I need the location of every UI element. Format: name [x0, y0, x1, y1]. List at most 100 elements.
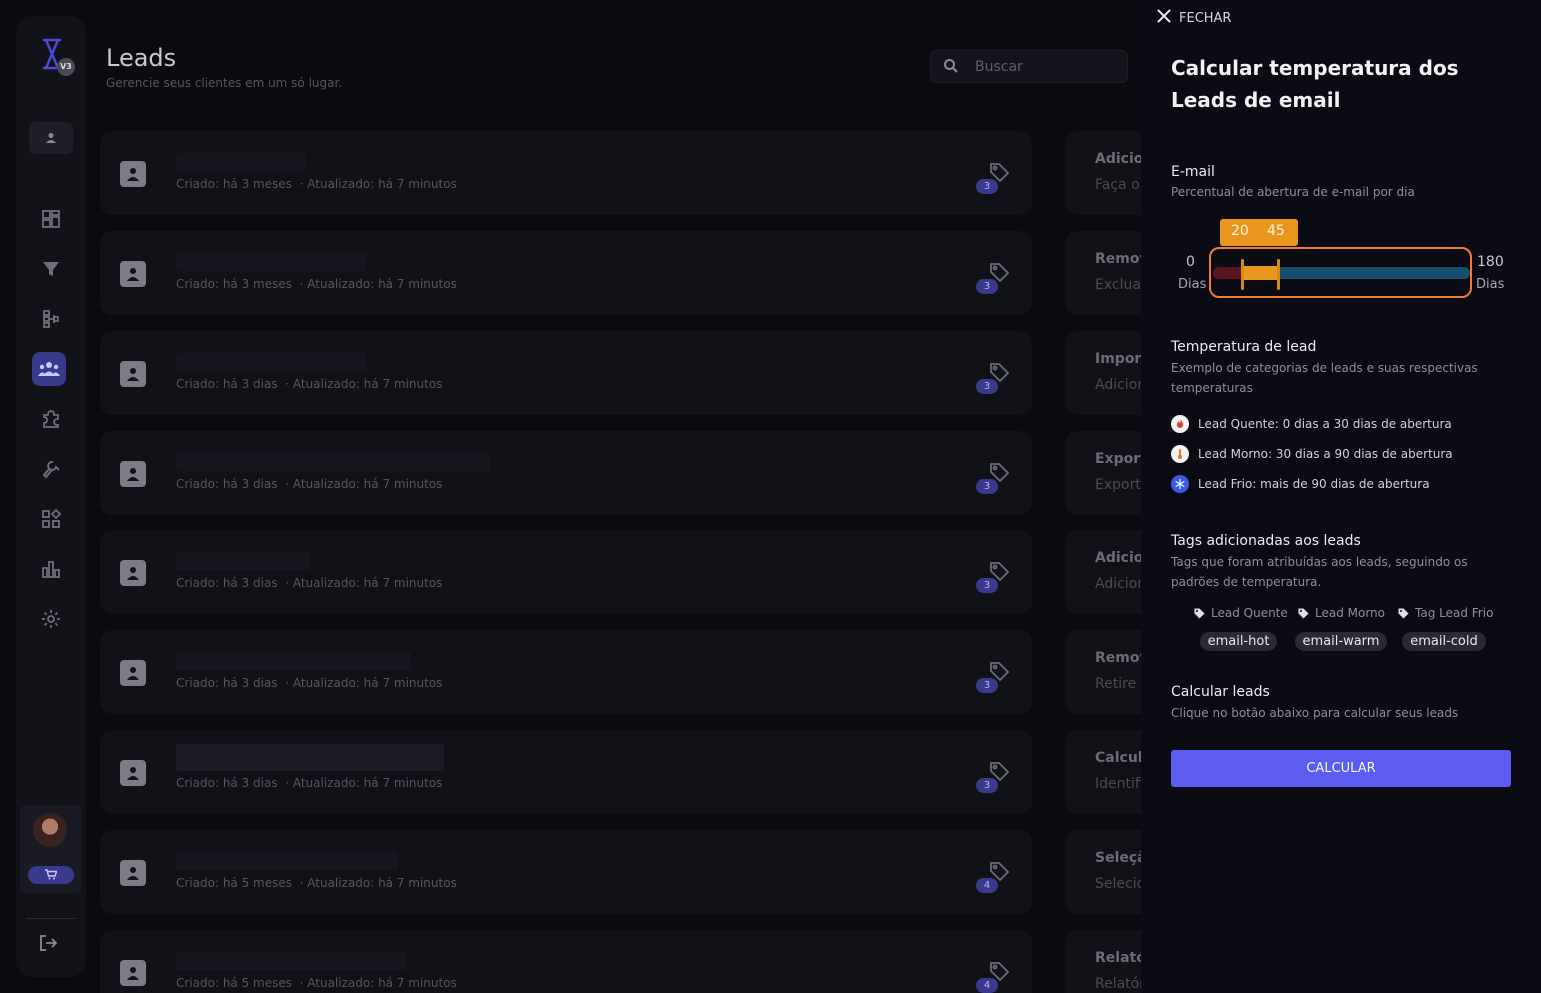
lead-meta: Criado: há 3 meses · Atualizado: há 7 mi…	[176, 277, 457, 291]
action-desc: Selecio	[1095, 876, 1146, 892]
lead-updated: Atualizado: há 7 minutos	[292, 676, 443, 690]
action-desc: Identifi	[1095, 776, 1144, 792]
slider-max-value: 180	[1477, 254, 1504, 270]
tag-icon	[1298, 608, 1309, 618]
bar-chart-icon[interactable]	[33, 551, 69, 587]
action-title: Adicio	[1095, 550, 1144, 566]
lead-card[interactable]: Criado: há 3 meses · Atualizado: há 7 mi…	[100, 231, 1032, 315]
tag-count-badge: 4	[976, 978, 998, 993]
lead-card[interactable]: Criado: há 5 meses · Atualizado: há 7 mi…	[100, 930, 1032, 993]
close-button[interactable]: FECHAR	[1157, 8, 1231, 28]
user-icon[interactable]	[29, 122, 73, 154]
slider-high-thumb[interactable]	[1277, 259, 1280, 290]
action-title: Relató	[1095, 950, 1146, 966]
slider-min-unit: Dias	[1178, 277, 1207, 292]
apps-icon[interactable]	[33, 501, 69, 537]
tag-label-hot: Lead Quente	[1194, 606, 1288, 620]
temperature-item-warm: Lead Morno: 30 dias a 90 dias de abertur…	[1171, 444, 1453, 464]
page-subtitle: Gerencie seus clientes em um só lugar.	[106, 76, 343, 90]
close-label: FECHAR	[1179, 10, 1232, 26]
tag-chip-warm: email-warm	[1295, 632, 1387, 651]
lead-created: Criado: há 5 meses	[176, 976, 292, 990]
lead-name-redacted	[176, 153, 306, 171]
lead-name-redacted	[176, 552, 311, 570]
action-desc: Relatór	[1095, 976, 1145, 992]
wrench-icon[interactable]	[33, 451, 69, 487]
search-input[interactable]	[975, 57, 1115, 77]
range-slider[interactable]	[1209, 247, 1472, 298]
calculate-section-desc: Clique no botão abaixo para calcular seu…	[1171, 706, 1459, 720]
lead-card[interactable]: Criado: há 3 dias · Atualizado: há 7 min…	[100, 530, 1032, 614]
lead-card[interactable]: Criado: há 3 dias · Atualizado: há 7 min…	[100, 730, 1032, 814]
lead-card[interactable]: Criado: há 3 dias · Atualizado: há 7 min…	[100, 431, 1032, 515]
lead-updated: Atualizado: há 7 minutos	[292, 377, 443, 391]
puzzle-icon[interactable]	[33, 401, 69, 437]
lead-card[interactable]: Criado: há 5 meses · Atualizado: há 7 mi…	[100, 830, 1032, 914]
tag-label-cold: Tag Lead Frio	[1398, 606, 1493, 620]
tags-section-desc: Tags que foram atribuídas aos leads, seg…	[1171, 555, 1468, 589]
tag-count-badge: 3	[976, 479, 998, 494]
tag-chip-hot: email-hot	[1200, 632, 1277, 651]
action-desc: Exclua	[1095, 277, 1141, 293]
person-icon	[120, 760, 146, 786]
email-section-title: E-mail	[1171, 164, 1215, 180]
lead-card[interactable]: Criado: há 3 meses · Atualizado: há 7 mi…	[100, 131, 1032, 215]
flow-icon[interactable]	[33, 301, 69, 337]
temperature-item-text: Lead Quente: 0 dias a 30 dias de abertur…	[1198, 417, 1452, 431]
temperature-section-title: Temperatura de lead	[1171, 339, 1317, 355]
people-icon[interactable]	[32, 352, 66, 386]
page-title: Leads	[106, 44, 177, 72]
lead-created: Criado: há 3 meses	[176, 277, 292, 291]
action-title: Seleçã	[1095, 850, 1147, 866]
lead-name-redacted	[176, 253, 366, 271]
temperature-item-cold: Lead Frio: mais de 90 dias de abertura	[1171, 474, 1430, 494]
funnel-icon[interactable]	[33, 251, 69, 287]
lead-updated: Atualizado: há 7 minutos	[307, 177, 457, 191]
lead-updated: Atualizado: há 7 minutos	[292, 576, 443, 590]
calculate-section-title: Calcular leads	[1171, 684, 1270, 700]
cart-icon[interactable]	[28, 866, 74, 884]
action-desc: Adicion	[1095, 377, 1147, 393]
person-icon	[120, 261, 146, 287]
action-desc: Faça o	[1095, 177, 1140, 193]
tag-count-badge: 3	[976, 179, 998, 194]
lead-name-redacted	[176, 952, 406, 970]
temperature-item-text: Lead Frio: mais de 90 dias de abertura	[1198, 477, 1430, 491]
gear-icon[interactable]	[33, 601, 69, 637]
lead-meta: Criado: há 3 dias · Atualizado: há 7 min…	[176, 377, 443, 391]
tag-label-text: Lead Morno	[1315, 606, 1386, 620]
person-icon	[120, 660, 146, 686]
user-panel	[20, 805, 82, 893]
lead-updated: Atualizado: há 7 minutos	[292, 776, 443, 790]
calculate-button[interactable]: CALCULAR	[1171, 750, 1511, 787]
slider-value-labels: 20 45	[1220, 219, 1298, 246]
tag-label-warm: Lead Morno	[1298, 606, 1385, 620]
logout-icon[interactable]	[34, 928, 62, 958]
tag-count-badge: 4	[976, 878, 998, 893]
person-icon	[120, 960, 146, 986]
lead-temperature-drawer: FECHAR Calcular temperatura dos Leads de…	[1141, 0, 1541, 993]
lead-card[interactable]: Criado: há 3 dias · Atualizado: há 7 min…	[100, 630, 1032, 714]
dashboard-icon[interactable]	[33, 201, 69, 237]
sidebar: V3	[16, 16, 86, 977]
slider-low-thumb[interactable]	[1241, 259, 1244, 290]
app-root: V3 Leads Gerencie seus clientes em um só…	[0, 0, 1541, 993]
lead-card[interactable]: Criado: há 3 dias · Atualizado: há 7 min…	[100, 331, 1032, 415]
lead-created: Criado: há 3 meses	[176, 177, 292, 191]
slider-low-label: 20	[1231, 223, 1249, 239]
person-icon	[120, 860, 146, 886]
version-badge: V3	[57, 58, 75, 76]
tags-section-title: Tags adicionadas aos leads	[1171, 533, 1361, 549]
lead-meta: Criado: há 5 meses · Atualizado: há 7 mi…	[176, 976, 457, 990]
person-icon	[120, 560, 146, 586]
fire-icon	[1171, 415, 1189, 433]
sidebar-divider	[26, 918, 76, 919]
tag-count-badge: 3	[976, 578, 998, 593]
lead-updated: Atualizado: há 7 minutos	[307, 277, 457, 291]
tag-count-badge: 3	[976, 379, 998, 394]
temperature-item-hot: Lead Quente: 0 dias a 30 dias de abertur…	[1171, 414, 1452, 434]
search-icon	[943, 58, 959, 78]
lead-updated: Atualizado: há 7 minutos	[307, 976, 457, 990]
lead-meta: Criado: há 3 dias · Atualizado: há 7 min…	[176, 477, 443, 491]
avatar[interactable]	[33, 813, 67, 847]
